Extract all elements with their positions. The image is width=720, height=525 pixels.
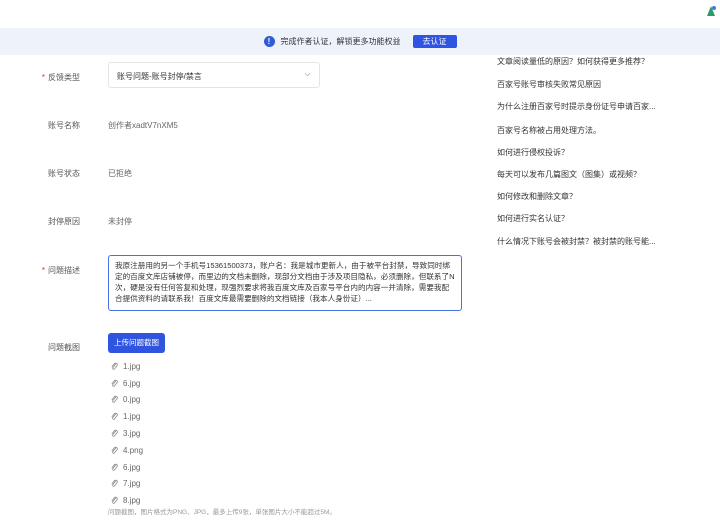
faq-item[interactable]: 如何进行侵权投诉？ [497, 147, 569, 158]
account-status-label: 账号状态 [48, 169, 80, 178]
uploaded-file-item[interactable]: 7.jpg [110, 476, 310, 493]
uploaded-file-item[interactable]: 6.jpg [110, 375, 310, 392]
paperclip-icon [111, 413, 118, 421]
verify-button[interactable]: 去认证 [412, 35, 457, 48]
paperclip-icon [111, 463, 118, 471]
faq-item[interactable]: 如何进行实名认证？ [497, 213, 569, 224]
feedback-form: * 反馈类型 账号问题-账号封停/禁言 账号名称 创作者xadtV7nXM5 账号… [0, 55, 470, 525]
faq-item[interactable]: 文章阅读量低的原因？如何获得更多推荐？ [497, 56, 649, 67]
account-name-label: 账号名称 [48, 121, 80, 130]
faq-item[interactable]: 百家号名称被占用处理方法。 [497, 125, 601, 136]
upload-hint: 问题截图，图片格式为PNG、JPG，最多上传9张，单张图片大小不能超过5M。 [108, 509, 336, 516]
file-name: 0.jpg [123, 395, 141, 405]
paperclip-icon [111, 396, 118, 404]
faq-item[interactable]: 每天可以发布几篇图文（图集）或视频？ [497, 169, 641, 180]
faq-item[interactable]: 如何修改和删除文章？ [497, 191, 577, 202]
account-name-value: 创作者xadtV7nXM5 [108, 121, 178, 130]
chevron-down-icon [304, 72, 311, 77]
ban-reason-value: 未封停 [108, 217, 132, 226]
faq-item[interactable]: 为什么注册百家号时提示身份证号申请百家... [497, 101, 656, 112]
uploaded-file-item[interactable]: 1.jpg [110, 408, 310, 425]
uploaded-file-item[interactable]: 3.jpg [110, 425, 310, 442]
file-name: 8.jpg [123, 496, 141, 506]
file-name: 1.jpg [123, 412, 141, 422]
file-name: 3.jpg [123, 429, 141, 439]
uploaded-file-item[interactable]: 4.png [110, 442, 310, 459]
file-name: 4.png [123, 445, 144, 455]
uploaded-file-item[interactable]: 1.jpg [110, 358, 310, 375]
uploaded-file-item[interactable]: 6.jpg [110, 459, 310, 476]
faq-item[interactable]: 百家号账号审核失败常见原因 [497, 79, 601, 90]
account-status-value: 已拒绝 [108, 169, 132, 178]
feedback-type-select[interactable]: 账号问题-账号封停/禁言 [108, 62, 320, 88]
faq-item[interactable]: 什么情况下账号会被封禁？被封禁的账号能... [497, 236, 656, 247]
required-mark: * [41, 266, 45, 275]
ban-reason-label: 封停原因 [48, 217, 80, 226]
screenshots-label: 问题截图 [48, 343, 80, 352]
file-name: 6.jpg [123, 378, 141, 388]
uploaded-file-list: 1.jpg 6.jpg 0.jpg 1.jpg 3.jpg 4.png 6.jpg 7.jpg… [110, 358, 310, 509]
description-label: * 问题描述 [41, 266, 80, 275]
banner-text: 完成作者认证，解锁更多功能权益 [280, 37, 401, 46]
file-name: 1.jpg [123, 361, 141, 371]
paperclip-icon [111, 429, 118, 437]
paperclip-icon [111, 480, 118, 488]
top-bar [0, 0, 720, 28]
upload-screenshot-button[interactable]: 上传问题截图 [108, 333, 165, 353]
info-icon: ! [263, 36, 275, 47]
paperclip-icon [111, 446, 118, 454]
file-name: 6.jpg [123, 462, 141, 472]
verification-banner: ! 完成作者认证，解锁更多功能权益 去认证 [0, 28, 720, 55]
paperclip-icon [111, 379, 118, 387]
feedback-type-value: 账号问题-账号封停/禁言 [117, 72, 202, 81]
paperclip-icon [111, 497, 118, 504]
feedback-type-label: * 反馈类型 [41, 73, 80, 82]
app-logo-icon [707, 6, 716, 16]
description-textarea[interactable]: 我原注册用的另一个手机号15361500373，账户名：我是城市更新人，由于被平… [108, 255, 462, 311]
paperclip-icon [111, 362, 118, 370]
required-mark: * [41, 73, 45, 82]
file-name: 7.jpg [123, 479, 141, 489]
uploaded-file-item[interactable]: 0.jpg [110, 392, 310, 409]
